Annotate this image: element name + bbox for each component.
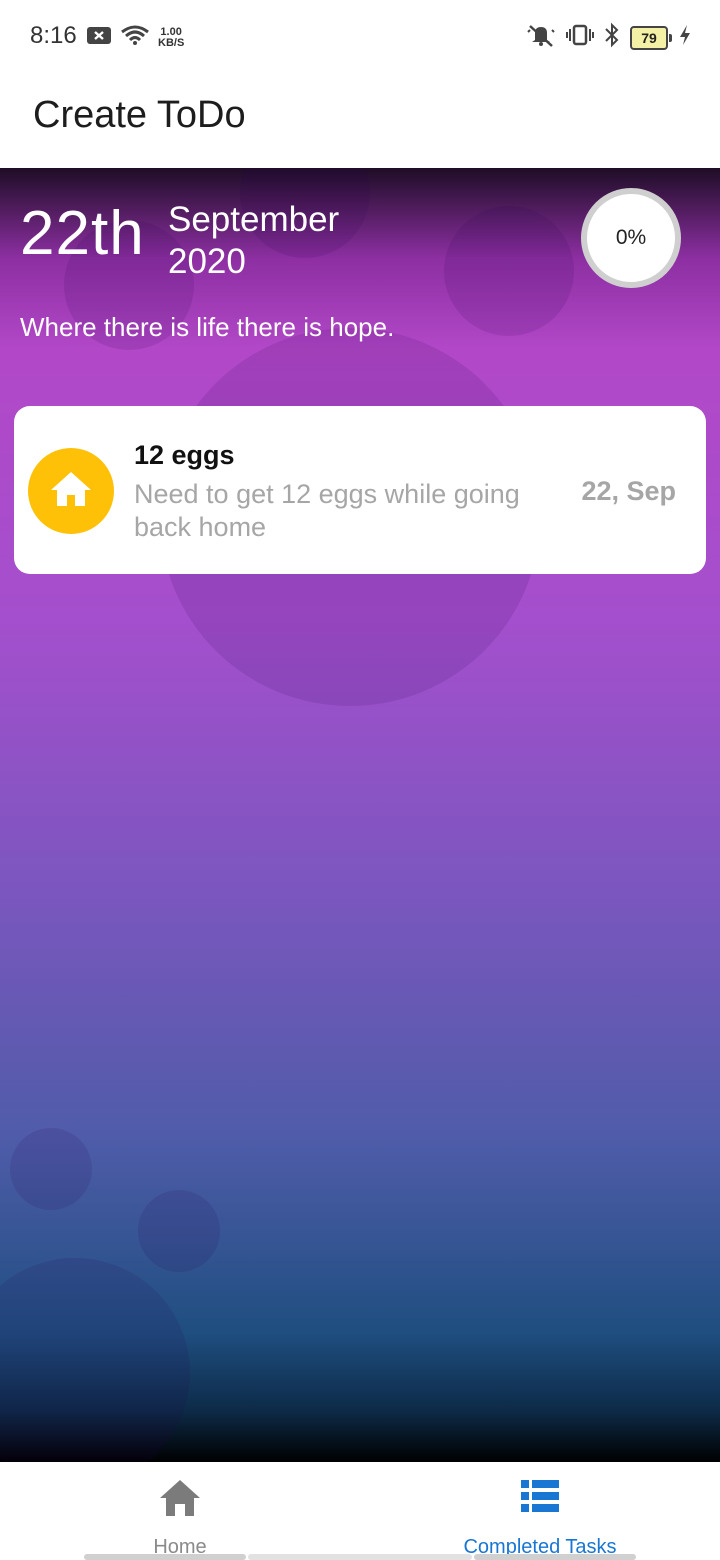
status-left-icons: 1.00 KB/S bbox=[86, 24, 184, 51]
date-month: September bbox=[168, 200, 340, 239]
home-icon bbox=[48, 468, 94, 515]
task-category-badge bbox=[28, 448, 114, 534]
app-title: Create ToDo bbox=[33, 94, 246, 136]
bluetooth-icon bbox=[604, 22, 620, 53]
status-time: 8:16 bbox=[30, 22, 77, 49]
task-date: 22, Sep bbox=[581, 476, 676, 506]
notification-x-icon bbox=[86, 25, 112, 50]
decorative-bubble bbox=[0, 1258, 190, 1462]
date-day: 22th bbox=[20, 199, 145, 268]
nav-indicator bbox=[84, 1554, 246, 1560]
nav-indicator bbox=[474, 1554, 636, 1560]
date-year: 2020 bbox=[168, 242, 246, 281]
screen: 8:16 1.00 KB/S 79 Create ToDo 22th Septe… bbox=[0, 0, 720, 1560]
daily-quote: Where there is life there is hope. bbox=[20, 312, 395, 342]
battery-level: 79 bbox=[641, 29, 657, 46]
wifi-icon bbox=[120, 24, 150, 51]
task-title: 12 eggs bbox=[134, 440, 235, 470]
battery-icon: 79 bbox=[630, 25, 672, 50]
app-bar: Create ToDo bbox=[0, 72, 720, 168]
nav-item-home[interactable]: Home bbox=[0, 1462, 360, 1560]
bottom-nav: Home Completed Tasks bbox=[0, 1462, 720, 1560]
task-card[interactable]: 12 eggs Need to get 12 eggs while going … bbox=[14, 406, 706, 574]
silent-icon bbox=[526, 22, 556, 53]
task-description: Need to get 12 eggs while going back hom… bbox=[134, 479, 520, 542]
status-bar: 8:16 1.00 KB/S 79 bbox=[0, 0, 720, 72]
nav-indicator bbox=[248, 1554, 472, 1560]
decorative-bubble bbox=[138, 1190, 220, 1272]
list-icon bbox=[520, 1478, 560, 1519]
home-icon bbox=[158, 1478, 202, 1523]
decorative-bubble bbox=[444, 206, 574, 336]
main-content: 22th September 2020 0% Where there is li… bbox=[0, 168, 720, 1462]
net-speed-unit: KB/S bbox=[158, 36, 185, 49]
decorative-bubble bbox=[10, 1128, 92, 1210]
nav-item-completed-tasks[interactable]: Completed Tasks bbox=[360, 1462, 720, 1560]
charging-icon bbox=[678, 24, 692, 51]
progress-value: 0% bbox=[615, 226, 647, 249]
net-speed-value: 1.00 bbox=[160, 25, 182, 38]
net-speed: 1.00 KB/S bbox=[158, 25, 185, 49]
progress-indicator: 0% bbox=[581, 188, 681, 288]
status-right-icons: 79 bbox=[526, 22, 692, 53]
vibrate-icon bbox=[566, 23, 594, 52]
